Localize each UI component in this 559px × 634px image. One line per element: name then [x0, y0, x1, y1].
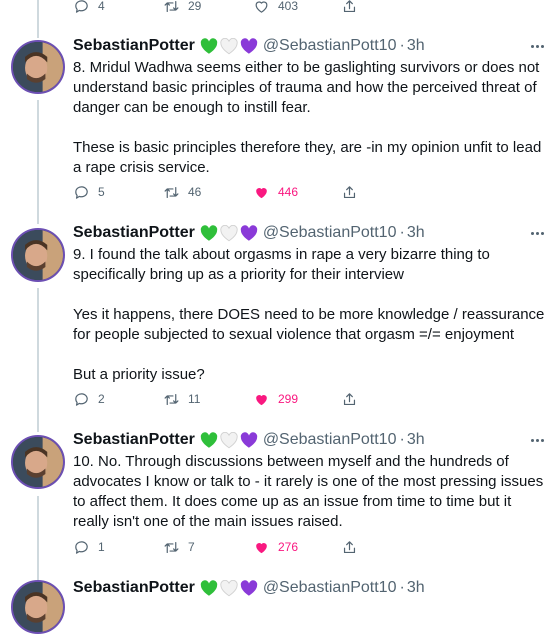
handle[interactable]: @SebastianPott10 [263, 579, 397, 597]
white-heart-icon [220, 579, 238, 597]
tweet[interactable]: SebastianPotter @SebastianPott10 · 3h [0, 0, 559, 634]
purple-heart-icon [240, 579, 258, 597]
display-name[interactable]: SebastianPotter [73, 579, 195, 597]
green-heart-icon [200, 579, 218, 597]
name-emoji [200, 579, 258, 597]
timestamp[interactable]: 3h [407, 579, 425, 597]
tweet-header: SebastianPotter @SebastianPott10 · 3h [73, 577, 425, 599]
avatar[interactable] [11, 580, 65, 634]
separator: · [399, 579, 405, 596]
